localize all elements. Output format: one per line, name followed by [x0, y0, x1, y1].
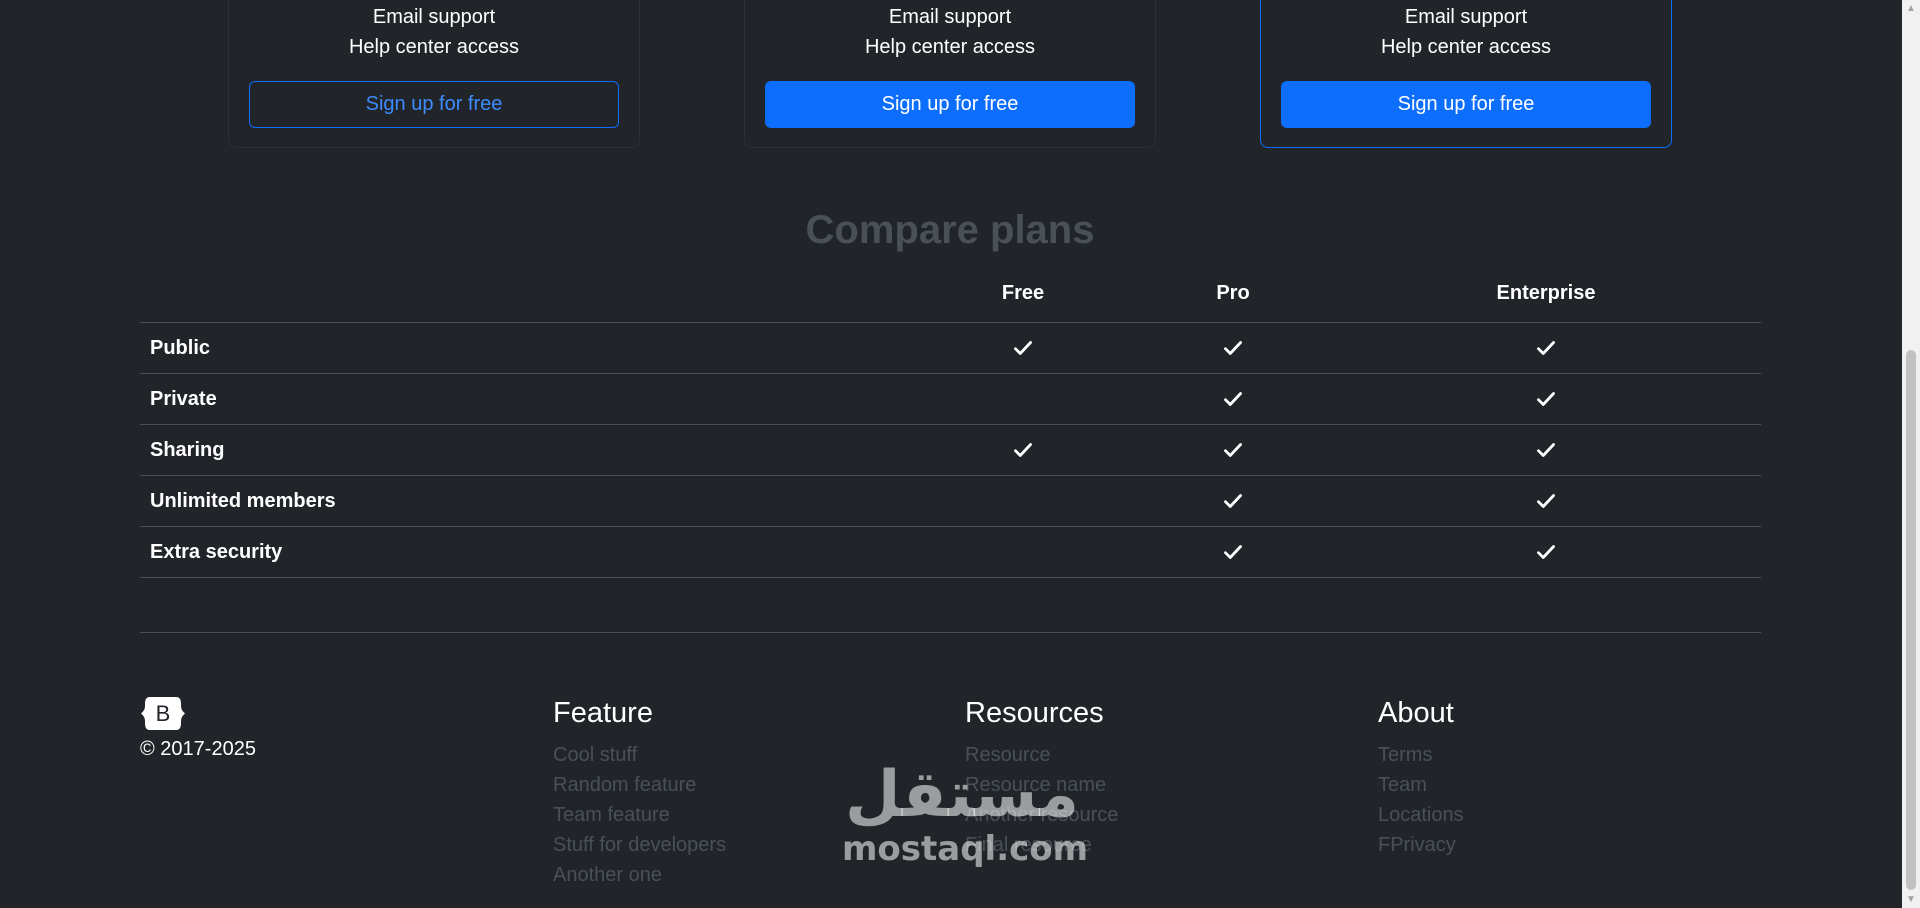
row-label: Unlimited members: [150, 490, 336, 512]
watermark-arabic: مستقل: [844, 758, 1080, 832]
pricing-card-pro: Email support Help center access Sign up…: [744, 0, 1156, 148]
card-feature: Email support: [1404, 6, 1528, 28]
mostaql-watermark: مستقل mostaql.com: [842, 758, 1089, 869]
check-icon: [1526, 374, 1566, 424]
scrollbar-thumb[interactable]: [1906, 350, 1916, 890]
table-row: Unlimited members: [140, 476, 1761, 527]
scroll-up-arrow-icon[interactable]: ▲: [1902, 0, 1920, 17]
check-icon: [1526, 527, 1566, 577]
table-row: Extra security: [140, 527, 1761, 578]
vertical-scrollbar[interactable]: ▲ ▼: [1902, 0, 1920, 908]
compare-plans-title: Compare plans: [805, 208, 1095, 252]
copyright-text: © 2017-2025: [140, 738, 256, 760]
row-label: Public: [150, 337, 211, 359]
row-label: Private: [150, 388, 217, 410]
footer-link[interactable]: Locations: [1378, 800, 1464, 830]
column-header-free: Free: [1001, 282, 1045, 304]
card-feature: Help center access: [1380, 36, 1552, 58]
footer-heading-feature: Feature: [553, 697, 653, 729]
footer-heading-about: About: [1378, 697, 1454, 729]
card-feature: Email support: [372, 6, 496, 28]
footer-column-about: About Terms Team Locations FPrivacy: [1378, 694, 1464, 860]
page: Email support Help center access Sign up…: [0, 0, 1920, 908]
scroll-down-arrow-icon[interactable]: ▼: [1902, 891, 1920, 908]
footer-link[interactable]: Terms: [1378, 740, 1464, 770]
footer-link[interactable]: Team feature: [553, 800, 726, 830]
footer-link[interactable]: FPrivacy: [1378, 830, 1464, 860]
check-icon: [1526, 476, 1566, 526]
footer-divider: [140, 632, 1761, 633]
check-icon: [1526, 425, 1566, 475]
footer-link[interactable]: Cool stuff: [553, 740, 726, 770]
check-icon: [1526, 323, 1566, 373]
card-feature: Help center access: [864, 36, 1036, 58]
footer-link[interactable]: Stuff for developers: [553, 830, 726, 860]
row-label: Extra security: [150, 541, 283, 563]
card-feature: Help center access: [348, 36, 520, 58]
table-row: Public: [140, 323, 1761, 374]
bootstrap-logo-icon[interactable]: B: [140, 695, 186, 732]
compare-table: Free Pro Enterprise Public Private Sharing…: [140, 272, 1761, 578]
pricing-card-enterprise: Email support Help center access Sign up…: [1260, 0, 1672, 148]
check-icon: [1003, 425, 1043, 475]
table-header: Free Pro Enterprise: [140, 272, 1761, 323]
logo-letter: B: [156, 701, 171, 726]
row-label: Sharing: [150, 439, 225, 461]
footer-heading-resources: Resources: [965, 697, 1104, 729]
watermark-latin: mostaql.com: [842, 829, 1089, 869]
card-feature: Email support: [888, 6, 1012, 28]
table-row: Private: [140, 374, 1761, 425]
table-row: Sharing: [140, 425, 1761, 476]
footer-link[interactable]: Team: [1378, 770, 1464, 800]
pricing-card-free: Email support Help center access Sign up…: [228, 0, 640, 148]
column-header-pro: Pro: [1216, 282, 1250, 304]
sign-up-pro-button[interactable]: Sign up for free: [765, 81, 1135, 128]
footer-link[interactable]: Random feature: [553, 770, 726, 800]
check-icon: [1213, 374, 1253, 424]
check-icon: [1003, 323, 1043, 373]
check-icon: [1213, 527, 1253, 577]
check-icon: [1213, 323, 1253, 373]
sign-up-free-button[interactable]: Sign up for free: [249, 81, 619, 128]
sign-up-enterprise-button[interactable]: Sign up for free: [1281, 81, 1651, 128]
footer-link[interactable]: Another one: [553, 860, 726, 890]
check-icon: [1213, 425, 1253, 475]
column-header-enterprise: Enterprise: [1496, 282, 1596, 304]
check-icon: [1213, 476, 1253, 526]
footer-column-feature: Feature Cool stuff Random feature Team f…: [553, 694, 726, 890]
